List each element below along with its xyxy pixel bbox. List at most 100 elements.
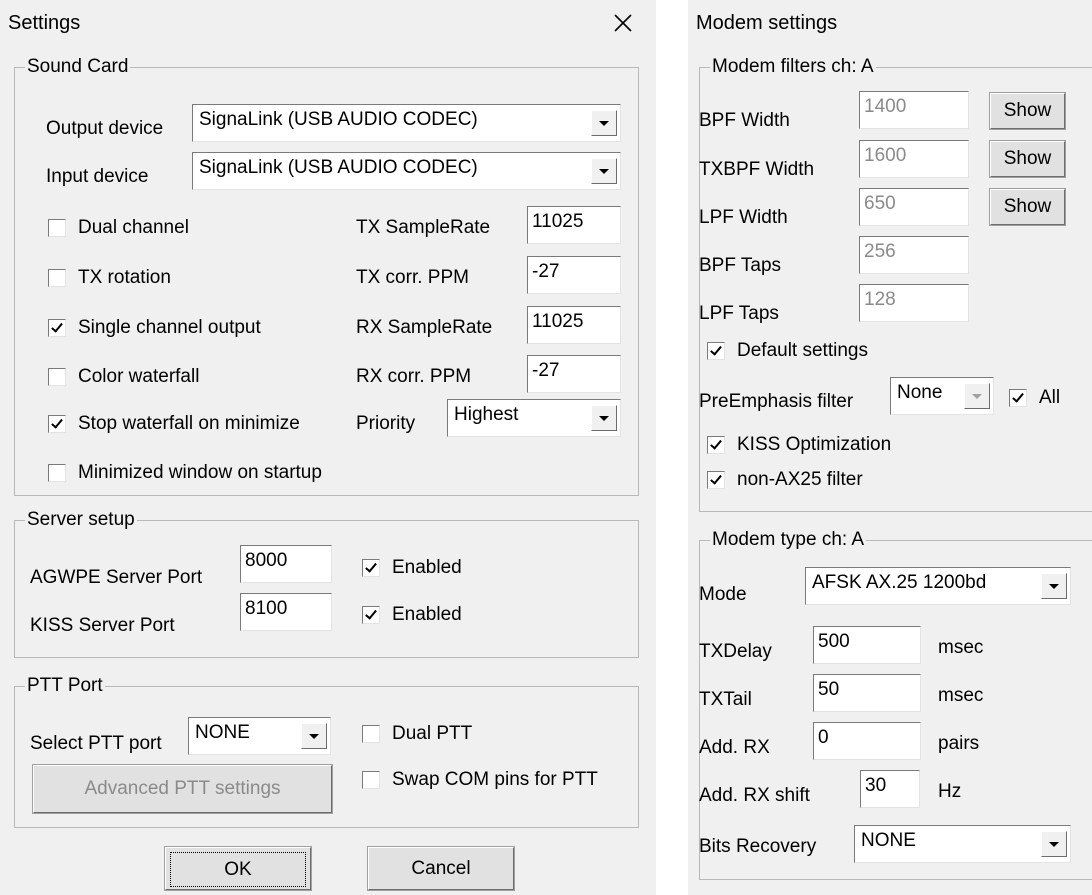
output-device-label: Output device: [46, 118, 164, 139]
addrx-unit: pairs: [938, 733, 980, 754]
color-waterfall-label: Color waterfall: [78, 366, 200, 387]
mode-label: Mode: [699, 584, 747, 605]
checkmark-icon[interactable]: [707, 471, 725, 489]
agwpe-port-input[interactable]: 8000: [240, 545, 332, 583]
select-ptt-label: Select PTT port: [30, 733, 162, 754]
rx-samplerate-label: RX SampleRate: [356, 317, 493, 338]
output-device-value: SignaLink (USB AUDIO CODEC): [199, 109, 478, 130]
ptt-port-select[interactable]: NONE: [188, 717, 331, 755]
lpf-taps-label: LPF Taps: [699, 303, 779, 324]
bpf-taps-label: BPF Taps: [699, 255, 782, 276]
kiss-port-input[interactable]: 8100: [240, 593, 332, 631]
addrx-shift-input[interactable]: 30: [860, 770, 920, 808]
minimized-window-label: Minimized window on startup: [78, 462, 322, 483]
txbpf-show-button[interactable]: Show: [989, 140, 1066, 178]
kiss-optimization-label: KISS Optimization: [737, 434, 892, 455]
chevron-down-icon[interactable]: [1041, 831, 1067, 857]
txtail-unit: msec: [938, 685, 984, 706]
input-device-label: Input device: [46, 166, 149, 187]
chevron-down-icon[interactable]: [301, 723, 327, 749]
preemphasis-select[interactable]: None: [890, 377, 994, 415]
chevron-down-icon[interactable]: [964, 383, 990, 409]
bits-recovery-select[interactable]: NONE: [854, 825, 1071, 863]
chevron-down-icon[interactable]: [1041, 573, 1067, 599]
modem-filters-legend: Modem filters ch: A: [712, 56, 874, 77]
checkmark-icon[interactable]: [362, 559, 380, 577]
bpf-width-input[interactable]: 1400: [859, 91, 969, 129]
close-icon[interactable]: [610, 10, 636, 36]
addrx-shift-unit: Hz: [938, 781, 962, 802]
server-setup-legend: Server setup: [27, 509, 135, 530]
priority-select[interactable]: Highest: [447, 399, 621, 437]
chevron-down-icon[interactable]: [591, 110, 617, 136]
output-device-select[interactable]: SignaLink (USB AUDIO CODEC): [192, 104, 621, 142]
mode-select[interactable]: AFSK AX.25 1200bd: [805, 567, 1071, 605]
chevron-down-icon[interactable]: [591, 405, 617, 431]
addrx-input[interactable]: 0: [813, 722, 921, 760]
bpf-taps-input[interactable]: 256: [859, 236, 969, 274]
addrx-shift-label: Add. RX shift: [699, 785, 810, 806]
tx-rotation-label: TX rotation: [78, 267, 171, 288]
preemphasis-label: PreEmphasis filter: [699, 391, 854, 412]
lpf-taps-input[interactable]: 128: [859, 284, 969, 322]
checkmark-icon[interactable]: [707, 342, 725, 360]
modem-title: Modem settings: [696, 12, 838, 34]
rx-corr-label: RX corr. PPM: [356, 366, 472, 387]
ok-button[interactable]: OK: [164, 846, 312, 891]
lpf-width-input[interactable]: 650: [859, 188, 969, 226]
checkbox-icon[interactable]: [48, 269, 66, 287]
bits-recovery-label: Bits Recovery: [699, 836, 817, 857]
checkmark-icon[interactable]: [48, 319, 66, 337]
checkmark-icon[interactable]: [48, 415, 66, 433]
tx-samplerate-label: TX SampleRate: [356, 217, 491, 238]
all-label: All: [1039, 387, 1061, 408]
checkbox-icon[interactable]: [48, 368, 66, 386]
txtail-label: TXTail: [699, 689, 752, 710]
checkbox-icon[interactable]: [48, 219, 66, 237]
stop-waterfall-label: Stop waterfall on minimize: [78, 413, 300, 434]
bits-recovery-value: NONE: [861, 830, 916, 851]
ptt-port-value: NONE: [195, 722, 250, 743]
chevron-down-icon[interactable]: [591, 158, 617, 184]
input-device-value: SignaLink (USB AUDIO CODEC): [199, 157, 478, 178]
advanced-ptt-button[interactable]: Advanced PTT settings: [32, 764, 333, 814]
input-device-select[interactable]: SignaLink (USB AUDIO CODEC): [192, 152, 621, 190]
swap-com-label: Swap COM pins for PTT: [392, 769, 598, 790]
txdelay-label: TXDelay: [699, 641, 772, 662]
dual-channel-label: Dual channel: [78, 217, 189, 238]
mode-value: AFSK AX.25 1200bd: [812, 572, 987, 593]
txbpf-width-label: TXBPF Width: [699, 159, 815, 180]
sound-card-legend: Sound Card: [27, 56, 129, 77]
addrx-label: Add. RX: [699, 737, 770, 758]
default-settings-label: Default settings: [737, 340, 868, 361]
tx-samplerate-input[interactable]: 11025: [527, 206, 621, 244]
checkbox-icon[interactable]: [48, 464, 66, 482]
rx-samplerate-input[interactable]: 11025: [527, 306, 621, 344]
txtail-input[interactable]: 50: [813, 674, 921, 712]
checkbox-icon[interactable]: [362, 771, 380, 789]
tx-corr-input[interactable]: -27: [527, 256, 621, 294]
cancel-button[interactable]: Cancel: [367, 846, 515, 891]
preemphasis-value: None: [897, 382, 943, 403]
bpf-show-button[interactable]: Show: [989, 92, 1066, 130]
checkmark-icon[interactable]: [707, 436, 725, 454]
single-channel-output-label: Single channel output: [78, 317, 261, 338]
txdelay-input[interactable]: 500: [813, 626, 921, 664]
rx-corr-input[interactable]: -27: [527, 355, 621, 393]
priority-label: Priority: [356, 413, 416, 434]
checkmark-icon[interactable]: [362, 606, 380, 624]
checkmark-icon[interactable]: [1009, 389, 1027, 407]
non-ax25-label: non-AX25 filter: [737, 469, 863, 490]
dual-ptt-label: Dual PTT: [392, 723, 473, 744]
agwpe-port-label: AGWPE Server Port: [30, 567, 203, 588]
lpf-width-label: LPF Width: [699, 207, 788, 228]
checkbox-icon[interactable]: [362, 725, 380, 743]
modem-type-legend: Modem type ch: A: [712, 529, 865, 550]
agwpe-enabled-label: Enabled: [392, 557, 462, 578]
modem-panel: Modem settings Modem filters ch: A BPF W…: [688, 0, 1092, 895]
txbpf-width-input[interactable]: 1600: [859, 140, 969, 178]
ok-button-label: OK: [170, 852, 306, 887]
lpf-show-button[interactable]: Show: [989, 188, 1066, 226]
kiss-enabled-label: Enabled: [392, 604, 462, 625]
priority-value: Highest: [454, 404, 519, 425]
